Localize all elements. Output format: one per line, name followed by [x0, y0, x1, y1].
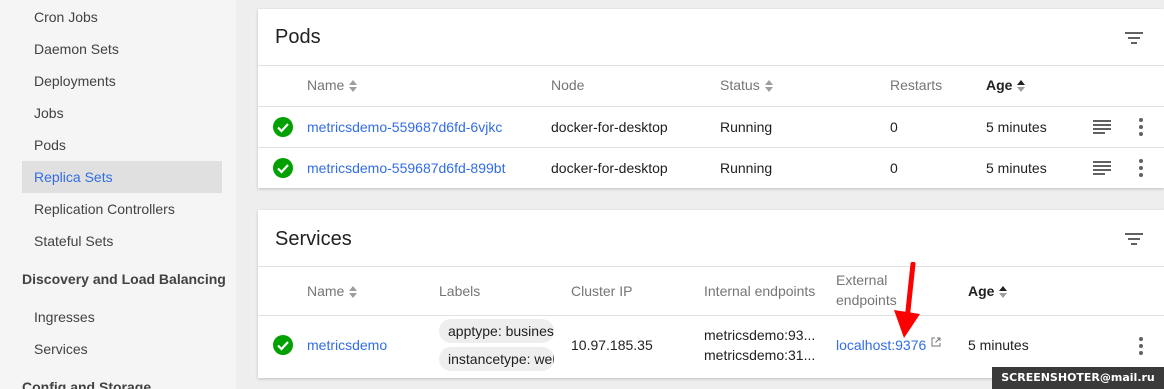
sort-icon: [764, 80, 773, 93]
column-header-restarts: Restarts: [890, 77, 943, 93]
sidebar-item-pods[interactable]: Pods: [22, 129, 222, 161]
sort-icon: [1017, 80, 1026, 93]
column-header-name[interactable]: Name: [307, 283, 358, 299]
pod-node: docker-for-desktop: [551, 160, 668, 176]
sidebar-section-config-storage[interactable]: Config and Storage: [22, 371, 151, 389]
column-header-labels: Labels: [439, 283, 481, 299]
pod-age: 5 minutes: [986, 160, 1047, 176]
column-header-status[interactable]: Status: [720, 77, 774, 93]
divider: [258, 106, 1164, 107]
column-header-age[interactable]: Age: [968, 283, 1008, 299]
sidebar-item-services[interactable]: Services: [22, 333, 222, 365]
filter-icon[interactable]: [1124, 231, 1144, 247]
column-header-name[interactable]: Name: [307, 77, 358, 93]
sidebar-item-replication-controllers[interactable]: Replication Controllers: [22, 193, 222, 225]
sort-icon: [999, 286, 1008, 299]
divider: [258, 65, 1164, 66]
annotation-arrow-icon: [894, 262, 920, 338]
sort-icon: [349, 80, 358, 93]
more-vert-icon[interactable]: [1138, 159, 1144, 177]
sidebar-item-cron-jobs[interactable]: Cron Jobs: [22, 1, 222, 33]
more-vert-icon[interactable]: [1138, 337, 1144, 355]
pod-age: 5 minutes: [986, 119, 1047, 135]
column-header-label: Name: [307, 77, 345, 93]
pods-title: Pods: [275, 26, 321, 48]
logs-icon[interactable]: [1093, 161, 1111, 175]
pod-restarts: 0: [890, 160, 898, 176]
internal-endpoint[interactable]: metricsdemo:93...: [704, 327, 815, 343]
label-chip: apptype: busines: [439, 319, 554, 343]
service-name-link[interactable]: metricsdemo: [307, 337, 387, 353]
label-chip: instancetype: wel: [439, 347, 554, 371]
column-header-label: Age: [968, 283, 995, 299]
cluster-ip: 10.97.185.35: [571, 337, 653, 353]
check-circle-icon: [273, 117, 293, 137]
pod-status: Running: [720, 160, 773, 176]
column-header-node: Node: [551, 77, 585, 93]
more-vert-icon[interactable]: [1138, 118, 1144, 136]
pod-name-link[interactable]: metricsdemo-559687d6fd-899bt: [307, 160, 505, 176]
divider: [258, 147, 1164, 148]
pod-node: docker-for-desktop: [551, 119, 668, 135]
services-card: Services Name Labels Cluster IP Internal…: [258, 210, 1164, 378]
sidebar-item-deployments[interactable]: Deployments: [22, 65, 222, 97]
filter-icon[interactable]: [1124, 30, 1144, 46]
watermark: SCREENSHOTER@mail.ru: [992, 367, 1164, 389]
column-header-label: Age: [986, 77, 1013, 93]
internal-endpoint[interactable]: metricsdemo:31...: [704, 347, 815, 363]
column-header-label: Name: [307, 283, 345, 299]
pod-status: Running: [720, 119, 773, 135]
column-header-internal-endpoints: Internal endpoints: [704, 283, 816, 299]
column-header-age[interactable]: Age: [986, 77, 1026, 93]
sort-icon: [349, 286, 358, 299]
divider: [258, 315, 1164, 316]
check-circle-icon: [273, 335, 293, 355]
sidebar: Cron Jobs Daemon Sets Deployments Jobs P…: [0, 0, 236, 389]
sidebar-item-stateful-sets[interactable]: Stateful Sets: [22, 225, 222, 257]
services-title: Services: [275, 228, 352, 250]
pods-card: Pods Name Node Status Restarts Age metri…: [258, 9, 1164, 188]
check-circle-icon: [273, 158, 293, 178]
column-header-cluster-ip: Cluster IP: [571, 283, 633, 299]
sidebar-section-discovery[interactable]: Discovery and Load Balancing: [22, 263, 226, 295]
pod-restarts: 0: [890, 119, 898, 135]
logs-icon[interactable]: [1093, 120, 1111, 134]
divider: [258, 266, 1164, 267]
pod-name-link[interactable]: metricsdemo-559687d6fd-6vjkc: [307, 119, 502, 135]
sidebar-item-ingresses[interactable]: Ingresses: [22, 301, 222, 333]
service-age: 5 minutes: [968, 337, 1029, 353]
column-header-label: Status: [720, 77, 760, 93]
sidebar-item-jobs[interactable]: Jobs: [22, 97, 222, 129]
sidebar-item-daemon-sets[interactable]: Daemon Sets: [22, 33, 222, 65]
sidebar-item-replica-sets[interactable]: Replica Sets: [22, 161, 222, 193]
